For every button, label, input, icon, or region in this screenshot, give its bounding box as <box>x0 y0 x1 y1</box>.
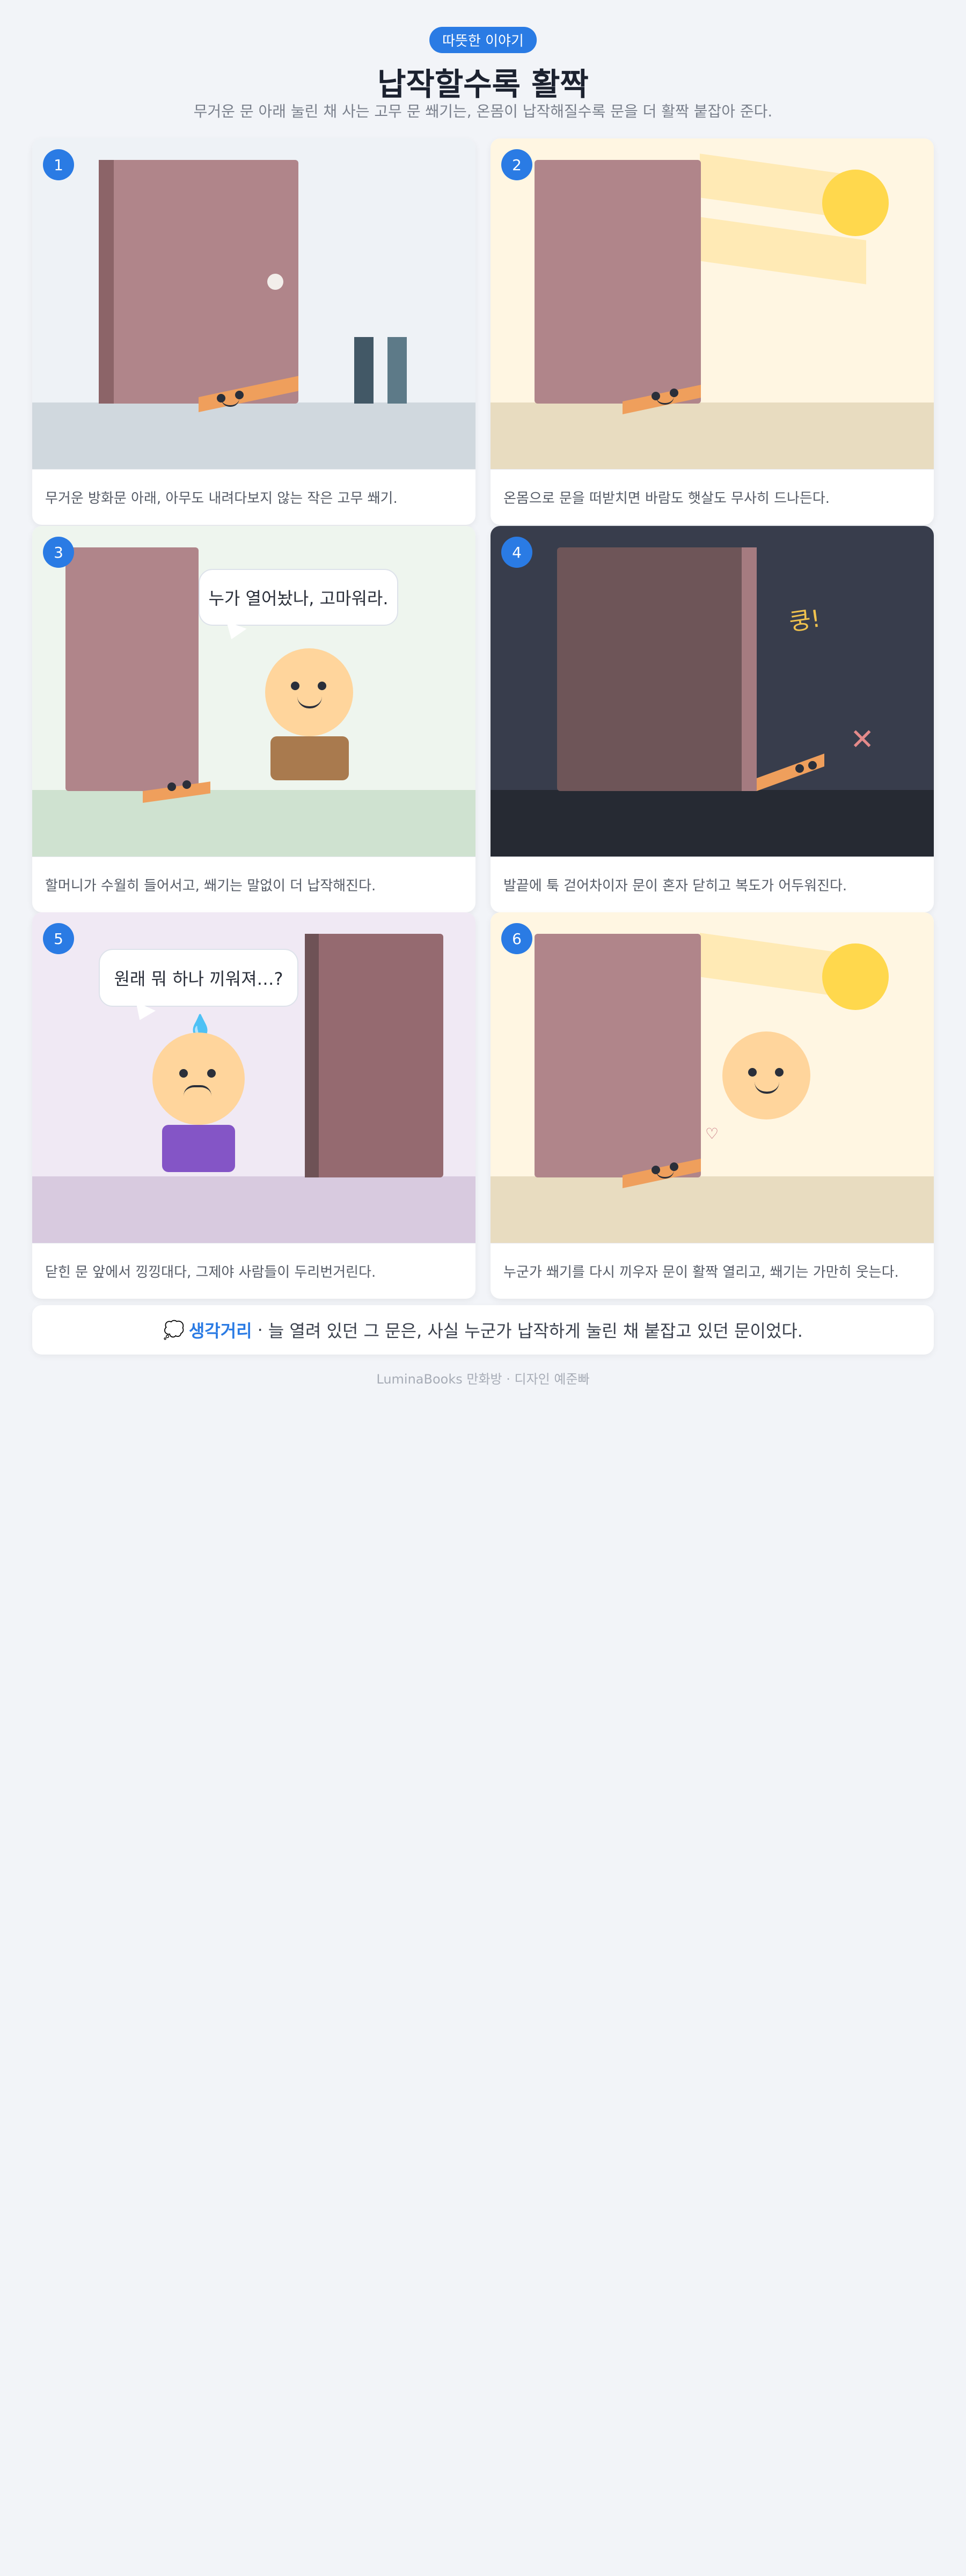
panel-caption: 닫힌 문 앞에서 낑낑대다, 그제야 사람들이 두리번거린다. <box>32 1243 475 1299</box>
wedge-eye <box>808 761 817 770</box>
panel-caption: 할머니가 수월히 들어서고, 쐐기는 말없이 더 납작해진다. <box>32 857 475 912</box>
comic-panel-1: 1 무거운 방화문 아래, 아무도 내려다보지 않는 작은 고무 쐐기. <box>32 138 475 525</box>
thought-bubble-icon: 💭 <box>163 1320 185 1340</box>
floor <box>32 402 475 469</box>
floor <box>32 1176 475 1243</box>
sun <box>822 943 889 1010</box>
comic-panel-6: ♡ 6 누군가 쐐기를 다시 끼우자 문이 활짝 열리고, 쐐기는 가만히 웃는… <box>491 912 934 1299</box>
wedge-eye <box>167 782 176 791</box>
panel-number: 2 <box>501 149 532 180</box>
speech-bubble: 누가 열어놨나, 고마워라. <box>199 569 398 626</box>
reflection-label: 생각거리 <box>188 1321 252 1341</box>
person-eye <box>179 1069 188 1078</box>
wedge-eye <box>795 764 804 773</box>
open-door <box>535 934 701 1177</box>
panel-number: 3 <box>43 537 74 568</box>
person-head <box>722 1031 810 1119</box>
panel-number: 1 <box>43 149 74 180</box>
door-edge <box>305 934 319 1177</box>
impact-x-icon: ✕ <box>850 722 875 756</box>
comic-panel-3: 누가 열어놨나, 고마워라. 3 할머니가 수월히 들어서고, 쐐기는 말없이 … <box>32 526 475 912</box>
person-eye <box>207 1069 216 1078</box>
floor <box>32 790 475 857</box>
hallway-post <box>387 337 407 404</box>
grandmother-head <box>265 648 353 736</box>
hallway-post <box>354 337 374 404</box>
panel-1-scene <box>32 138 475 469</box>
page-subtitle: 무거운 문 아래 눌린 채 사는 고무 문 쐐기는, 온몸이 납작해질수록 문을… <box>193 103 773 120</box>
heart-icon: ♡ <box>705 1125 719 1143</box>
floor <box>491 790 934 857</box>
panel-2-scene <box>491 138 934 469</box>
speech-text: 누가 열어놨나, 고마워라. <box>208 588 389 609</box>
sun <box>822 170 889 236</box>
comic-panel-2: 2 온몸으로 문을 떠받치면 바람도 햇살도 무사히 드나든다. <box>491 138 934 525</box>
closed-door <box>305 934 443 1177</box>
person-head <box>152 1033 245 1125</box>
reflection-box: 💭 생각거리 · 늘 열려 있던 그 문은, 사실 누군가 납작하게 눌린 채 … <box>32 1305 934 1355</box>
floor <box>491 402 934 469</box>
comic-panel-4: 쿵! ✕ 4 발끝에 툭 걷어차이자 문이 혼자 닫히고 복도가 어두워진다. <box>491 526 934 912</box>
door-knob <box>267 274 283 290</box>
reflection-separator: · <box>257 1320 263 1340</box>
panel-3-scene: 누가 열어놨나, 고마워라. <box>32 526 475 857</box>
person-eye <box>775 1068 784 1077</box>
grandmother-eye <box>318 682 326 690</box>
sfx-text: 쿵! <box>787 605 823 636</box>
panel-number: 5 <box>43 923 74 954</box>
panel-6-scene: ♡ <box>491 912 934 1243</box>
page-title: 납작할수록 활짝 <box>377 66 589 103</box>
open-door <box>535 160 701 404</box>
wedge-eye <box>182 780 191 789</box>
speech-text: 원래 뭐 하나 끼워져…? <box>114 969 283 989</box>
panel-caption: 발끝에 툭 걷어차이자 문이 혼자 닫히고 복도가 어두워진다. <box>491 857 934 912</box>
footer-credit: LuminaBooks 만화방 · 디자인 예준빠 <box>376 1372 590 1387</box>
speech-bubble: 원래 뭐 하나 끼워져…? <box>99 949 298 1007</box>
person-eye <box>748 1068 757 1077</box>
panel-number: 6 <box>501 923 532 954</box>
panel-caption: 무거운 방화문 아래, 아무도 내려다보지 않는 작은 고무 쐐기. <box>32 469 475 525</box>
comic-panel-5: 원래 뭐 하나 끼워져…? 💧 5 닫힌 문 앞에서 낑낑대다, 그제야 사람들… <box>32 912 475 1299</box>
grandmother-eye <box>291 682 299 690</box>
panel-number: 4 <box>501 537 532 568</box>
grandmother-body <box>270 736 349 780</box>
panel-caption: 온몸으로 문을 떠받치면 바람도 햇살도 무사히 드나든다. <box>491 469 934 525</box>
person-body <box>162 1125 235 1172</box>
panel-4-scene: 쿵! ✕ <box>491 526 934 857</box>
story-badge: 따뜻한 이야기 <box>429 27 537 53</box>
door-edge <box>742 547 757 791</box>
open-door <box>65 547 199 791</box>
panel-5-scene: 원래 뭐 하나 끼워져…? 💧 <box>32 912 475 1243</box>
closed-door <box>557 547 757 791</box>
door-edge <box>99 160 114 404</box>
floor <box>491 1176 934 1243</box>
reflection-text: 늘 열려 있던 그 문은, 사실 누군가 납작하게 눌린 채 붙잡고 있던 문이… <box>268 1321 803 1341</box>
kicked-wedge <box>757 753 824 791</box>
panel-caption: 누군가 쐐기를 다시 끼우자 문이 활짝 열리고, 쐐기는 가만히 웃는다. <box>491 1243 934 1299</box>
